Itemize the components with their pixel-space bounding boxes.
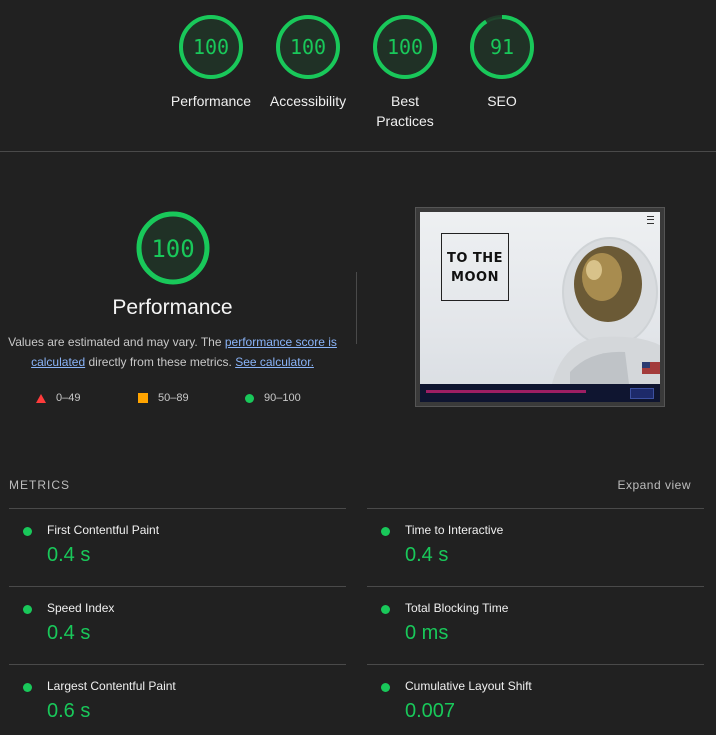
section-divider (0, 151, 716, 152)
legend-range: 0–49 (56, 392, 81, 404)
legend-range: 90–100 (264, 392, 301, 404)
metric-total-blocking-time: Total Blocking Time 0 ms (367, 586, 704, 664)
logo-text-line-2: MOON (451, 270, 499, 285)
gauge-score: 100 (290, 35, 326, 59)
screenshot-image: TO THE MOON (420, 212, 660, 402)
metric-name: Speed Index (47, 601, 115, 615)
metric-name: Largest Contentful Paint (47, 679, 176, 693)
metric-first-contentful-paint: First Contentful Paint 0.4 s (9, 508, 346, 586)
gauge-ring-icon: 100 (276, 15, 340, 79)
performance-gauge-icon: 100 (136, 211, 209, 285)
pass-circle-icon (23, 683, 32, 692)
score-legend: 0–49 50–89 90–100 (36, 392, 326, 408)
legend-range: 50–89 (158, 392, 189, 404)
gauge-label: Best Practices (376, 93, 434, 129)
performance-summary: 100 Performance Values are estimated and… (0, 210, 345, 372)
square-icon (138, 393, 148, 403)
metrics-title: METRICS (9, 478, 70, 492)
performance-description: Values are estimated and may vary. The p… (8, 332, 338, 372)
category-gauges: 100 Performance 100 Accessibility 100 Be… (0, 14, 716, 152)
pass-circle-icon (381, 683, 390, 692)
astronaut-image (550, 237, 660, 392)
legend-item-pass: 90–100 (245, 392, 301, 404)
gauge-label: Accessibility (269, 93, 347, 109)
gauge-seo[interactable]: 91 SEO (452, 14, 552, 111)
final-screenshot[interactable]: TO THE MOON (415, 207, 665, 407)
gauge-ring-icon: 100 (179, 15, 243, 79)
metric-name: Total Blocking Time (405, 601, 509, 615)
metric-value: 0.4 s (47, 622, 91, 644)
metric-value: 0.007 (405, 700, 456, 722)
pass-circle-icon (23, 527, 32, 536)
gauge-accessibility[interactable]: 100 Accessibility (258, 14, 358, 111)
pass-circle-icon (23, 605, 32, 614)
metric-cumulative-layout-shift: Cumulative Layout Shift 0.007 (367, 664, 704, 735)
pass-circle-icon (381, 605, 390, 614)
expand-view-toggle[interactable]: Expand view (617, 478, 691, 492)
metrics-header: METRICS Expand view (9, 478, 691, 494)
metric-value: 0.4 s (405, 544, 449, 566)
pass-circle-icon (381, 527, 390, 536)
performance-title: Performance (112, 296, 233, 319)
gauge-score: 100 (193, 35, 229, 59)
metric-value: 0.4 s (47, 544, 91, 566)
description-text: Values are estimated and may vary. The (8, 335, 225, 349)
metric-name: Time to Interactive (405, 523, 504, 537)
lighthouse-report: 100 Performance 100 Accessibility 100 Be… (0, 0, 716, 735)
gauge-score: 91 (490, 35, 514, 59)
description-text: directly from these metrics. (85, 355, 236, 369)
gauge-performance[interactable]: 100 Performance (161, 14, 261, 111)
metric-value: 0.6 s (47, 700, 91, 722)
legend-item-average: 50–89 (138, 392, 189, 404)
gauge-best-practices[interactable]: 100 Best Practices (355, 14, 455, 131)
gauge-ring-icon: 91 (470, 15, 534, 79)
metric-time-to-interactive: Time to Interactive 0.4 s (367, 508, 704, 586)
calculator-link[interactable]: See calculator. (235, 355, 314, 369)
gauge-ring-icon: 100 (373, 15, 437, 79)
vertical-divider (356, 272, 357, 344)
logo-text-line-1: TO THE (446, 251, 504, 266)
gauge-label: SEO (487, 93, 517, 109)
gauge-label: Performance (170, 93, 252, 109)
triangle-icon (36, 393, 46, 403)
cookie-accept-button (630, 388, 654, 399)
metric-name: Cumulative Layout Shift (405, 679, 532, 693)
cookie-text (426, 390, 586, 393)
site-logo: TO THE MOON (441, 233, 509, 301)
legend-item-fail: 0–49 (36, 392, 80, 404)
metric-largest-contentful-paint: Largest Contentful Paint 0.6 s (9, 664, 346, 735)
performance-score: 100 (151, 235, 194, 263)
gauge-score: 100 (387, 35, 423, 59)
metric-value: 0 ms (405, 622, 449, 644)
cookie-banner (420, 384, 660, 402)
metric-name: First Contentful Paint (47, 523, 160, 537)
metric-speed-index: Speed Index 0.4 s (9, 586, 346, 664)
circle-icon (245, 393, 254, 403)
